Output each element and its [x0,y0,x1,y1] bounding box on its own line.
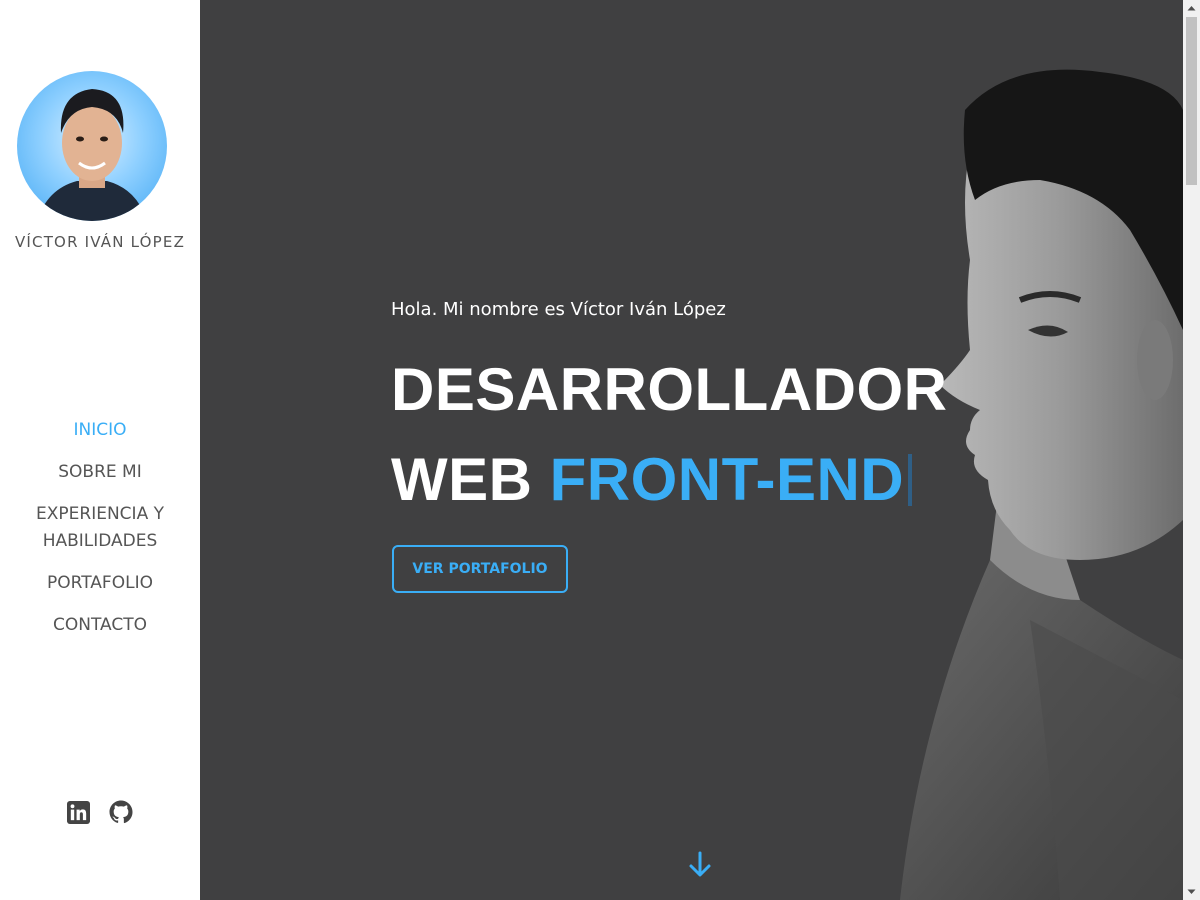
sidebar: VÍCTOR IVÁN LÓPEZ INICIO SOBRE MI EXPERI… [0,0,200,900]
social-links [0,800,200,828]
scroll-down-arrow-icon[interactable] [1183,883,1200,900]
hero-greeting: Hola. Mi nombre es Víctor Iván López [391,299,726,320]
scroll-up-arrow-icon[interactable] [1183,0,1200,17]
nav-item-experiencia[interactable]: EXPERIENCIA Y HABILIDADES [0,501,200,555]
main-nav: INICIO SOBRE MI EXPERIENCIA Y HABILIDADE… [0,417,200,654]
headline-line-2-plain: WEB [391,446,533,513]
typing-cursor [908,454,913,506]
nav-item-inicio[interactable]: INICIO [0,417,200,444]
hero-section: Hola. Mi nombre es Víctor Iván López DES… [200,0,1183,900]
nav-item-sobre-mi[interactable]: SOBRE MI [0,459,200,486]
nav-item-contacto[interactable]: CONTACTO [0,612,200,639]
github-icon[interactable] [109,800,133,828]
arrow-down-icon[interactable] [687,850,713,882]
nav-item-portafolio[interactable]: PORTAFOLIO [0,570,200,597]
page-scrollbar[interactable] [1183,0,1200,900]
headline-line-1: DESARROLLADOR [391,356,948,423]
view-portfolio-button[interactable]: VER PORTAFOLIO [392,545,568,593]
hero-headline: DESARROLLADOR WEB FRONT-END [391,345,948,525]
avatar [17,71,167,221]
headline-line-2-accent: FRONT-END [549,446,905,513]
scrollbar-thumb[interactable] [1186,17,1197,185]
linkedin-icon[interactable] [66,800,90,828]
owner-name: VÍCTOR IVÁN LÓPEZ [14,233,186,251]
